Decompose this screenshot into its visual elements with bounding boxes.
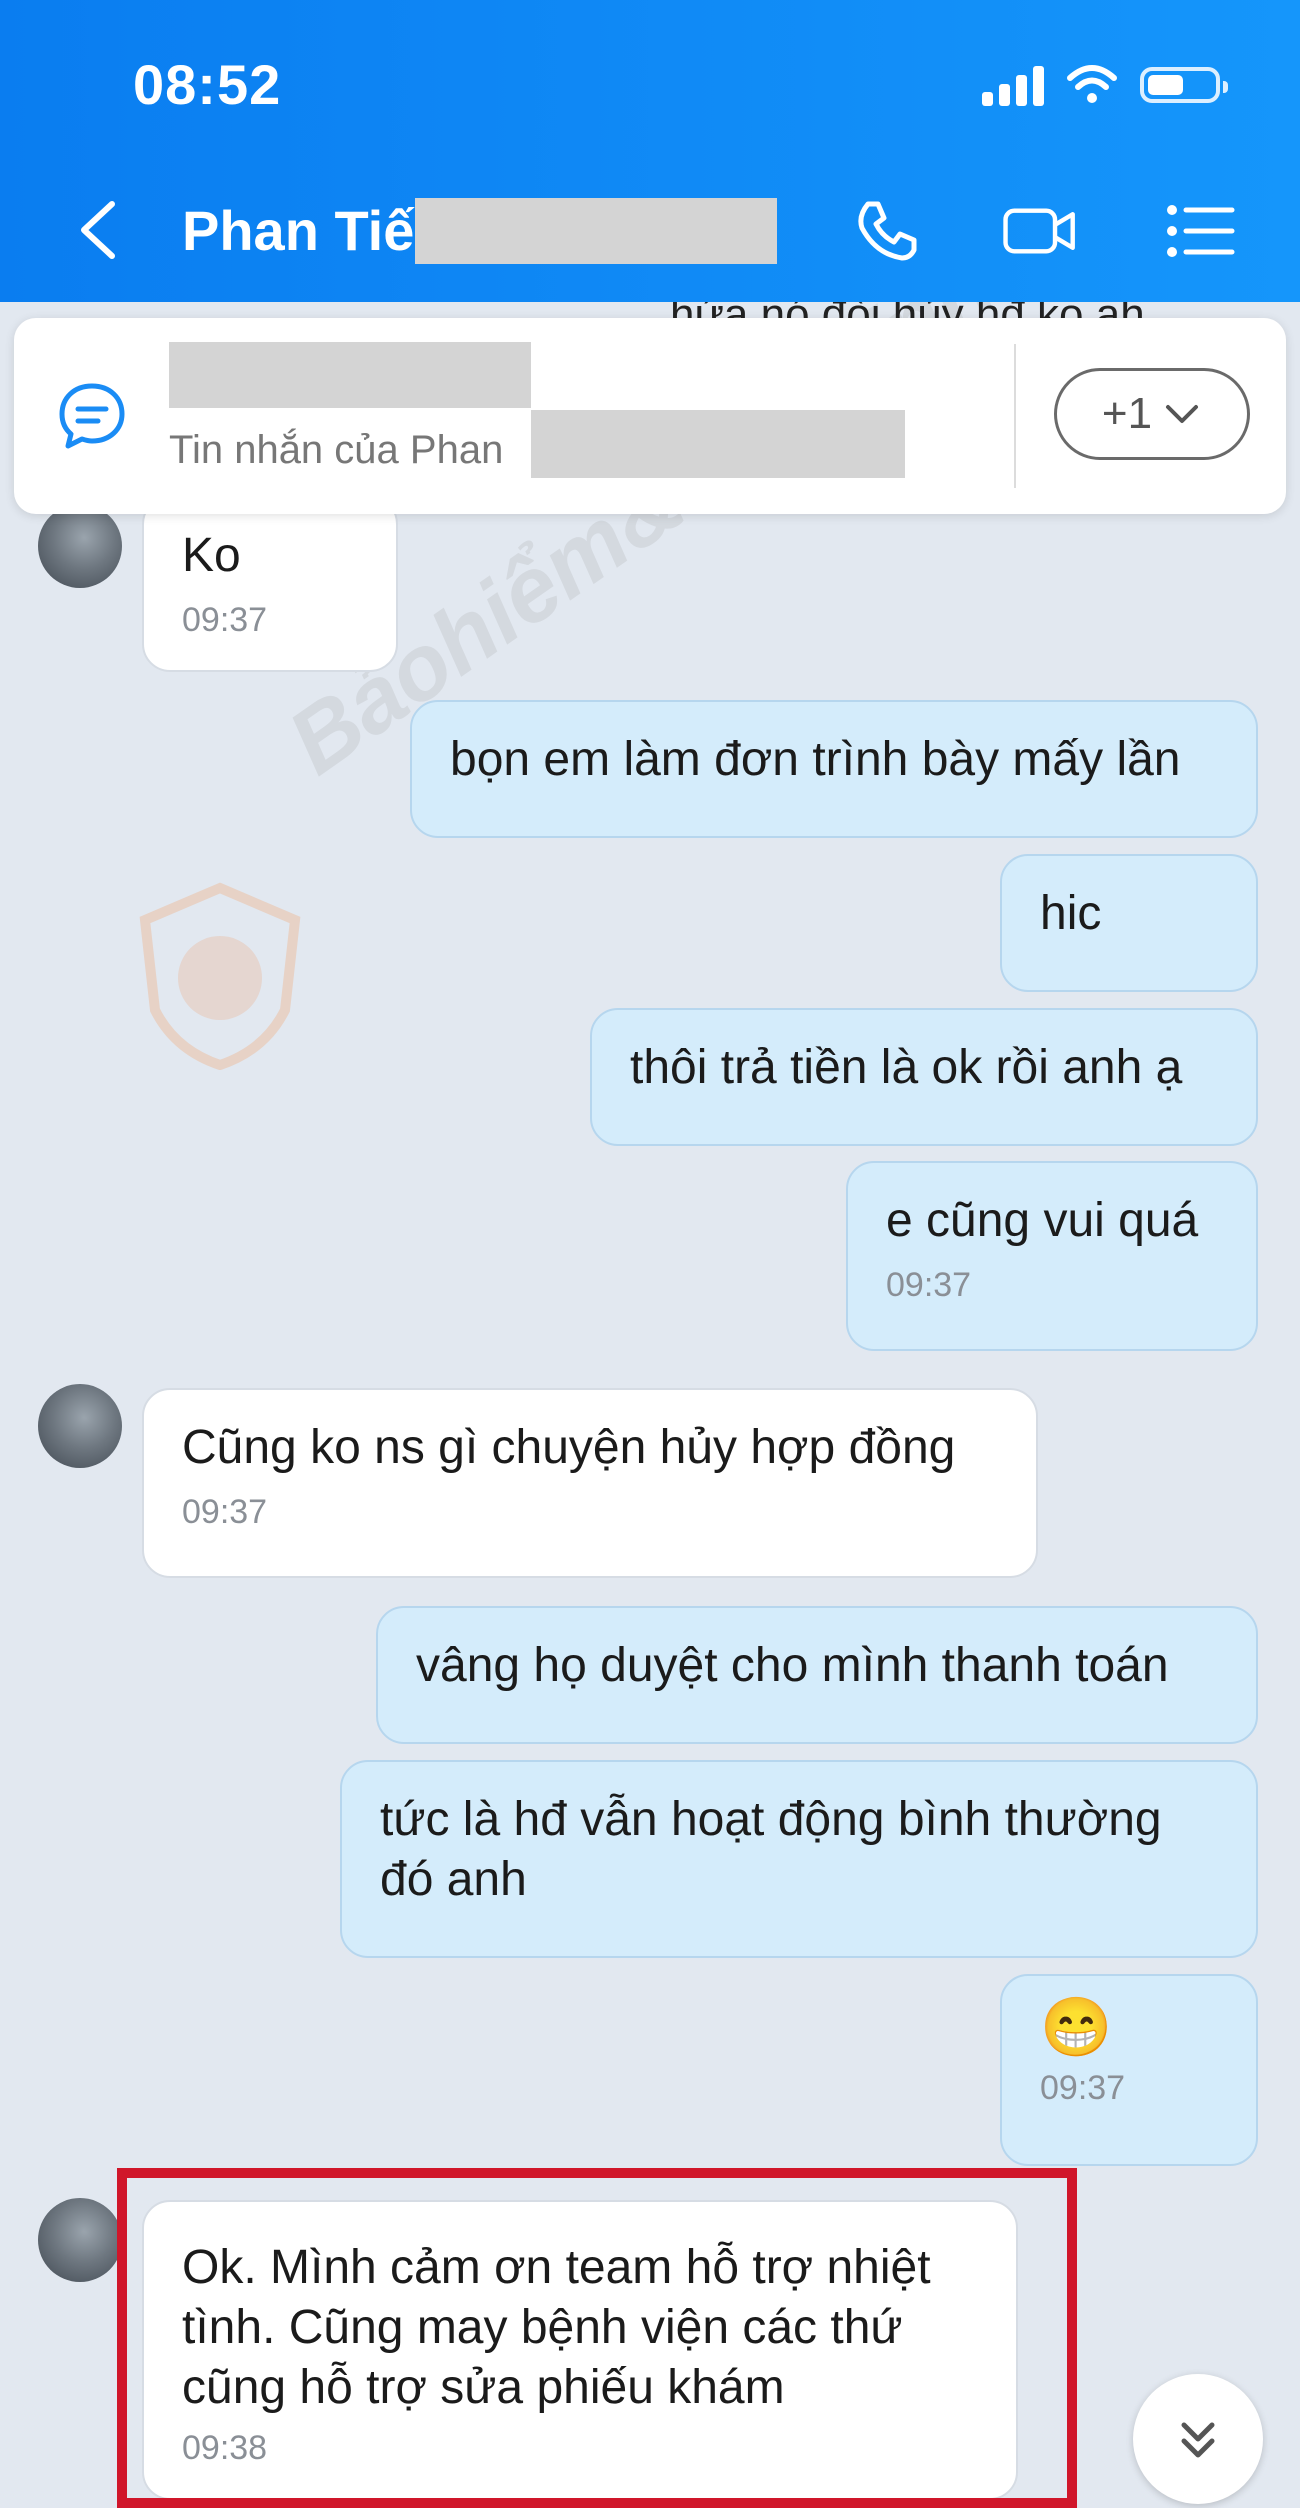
emoji-grin: 😁 <box>1040 1995 1113 2060</box>
status-time: 08:52 <box>133 53 282 116</box>
video-icon[interactable] <box>1002 198 1078 264</box>
message-bubble-incoming[interactable]: Ko 09:37 <box>142 496 398 672</box>
contact-name[interactable]: Phan Tiế <box>182 198 414 263</box>
status-icons <box>982 60 1228 110</box>
message-text: thôi trả tiền là ok rồi anh ạ <box>630 1041 1183 1094</box>
message-time: 09:37 <box>182 601 268 639</box>
battery-icon <box>1140 67 1228 103</box>
message-text: e cũng vui quá <box>886 1194 1199 1247</box>
message-bubble-outgoing[interactable]: tức là hđ vẫn hoạt động bình thường đó a… <box>340 1760 1258 1958</box>
cellular-signal-icon <box>982 64 1044 106</box>
highlight-box <box>117 2168 1077 2508</box>
message-text: bọn em làm đơn trình bày mấy lần <box>450 733 1181 786</box>
message-icon <box>59 383 125 449</box>
pinned-more-button[interactable]: +1 <box>1054 368 1250 460</box>
phone-icon[interactable] <box>850 198 926 264</box>
message-time: 09:37 <box>886 1266 972 1304</box>
menu-icon[interactable] <box>1162 198 1238 264</box>
divider <box>1014 344 1016 488</box>
redacted-block <box>169 342 531 408</box>
chat-header: 08:52 Phan Tiế <box>0 0 1300 302</box>
message-text: hic <box>1040 887 1102 940</box>
message-bubble-outgoing[interactable]: 😁 09:37 <box>1000 1974 1258 2166</box>
contact-avatar[interactable] <box>38 1384 122 1468</box>
message-text: tức là hđ vẫn hoạt động bình thường đó a… <box>380 1793 1162 1906</box>
message-text: Ko <box>182 529 241 582</box>
message-bubble-outgoing[interactable]: thôi trả tiền là ok rồi anh ạ <box>590 1008 1258 1146</box>
message-bubble-incoming[interactable]: Cũng ko ns gì chuyện hủy hợp đồng 09:37 <box>142 1388 1038 1578</box>
wifi-icon <box>1067 65 1117 103</box>
watermark-logo <box>139 882 301 1070</box>
scroll-to-bottom-button[interactable] <box>1133 2374 1263 2504</box>
contact-avatar[interactable] <box>38 2198 122 2282</box>
contact-avatar[interactable] <box>38 504 122 588</box>
message-time: 09:37 <box>182 1493 268 1531</box>
chevron-down-icon <box>1166 405 1199 423</box>
message-bubble-outgoing[interactable]: bọn em làm đơn trình bày mấy lần <box>410 700 1258 838</box>
message-bubble-outgoing[interactable]: e cũng vui quá 09:37 <box>846 1161 1258 1351</box>
message-text: vâng họ duyệt cho mình thanh toán <box>416 1639 1169 1692</box>
message-bubble-outgoing[interactable]: vâng họ duyệt cho mình thanh toán <box>376 1606 1258 1744</box>
redacted-block <box>415 198 777 264</box>
message-time: 09:37 <box>1040 2069 1126 2107</box>
pinned-more-count: +1 <box>1101 389 1153 438</box>
message-text: Cũng ko ns gì chuyện hủy hợp đồng <box>182 1421 956 1474</box>
pinned-subtitle: Tin nhắn của Phan <box>169 428 504 472</box>
message-bubble-outgoing[interactable]: hic <box>1000 854 1258 992</box>
double-chevron-down-icon <box>1181 2422 1215 2458</box>
redacted-block <box>531 410 905 478</box>
back-icon[interactable] <box>70 198 130 262</box>
pinned-message-bar[interactable]: Tin nhắn của Phan +1 <box>14 318 1286 514</box>
